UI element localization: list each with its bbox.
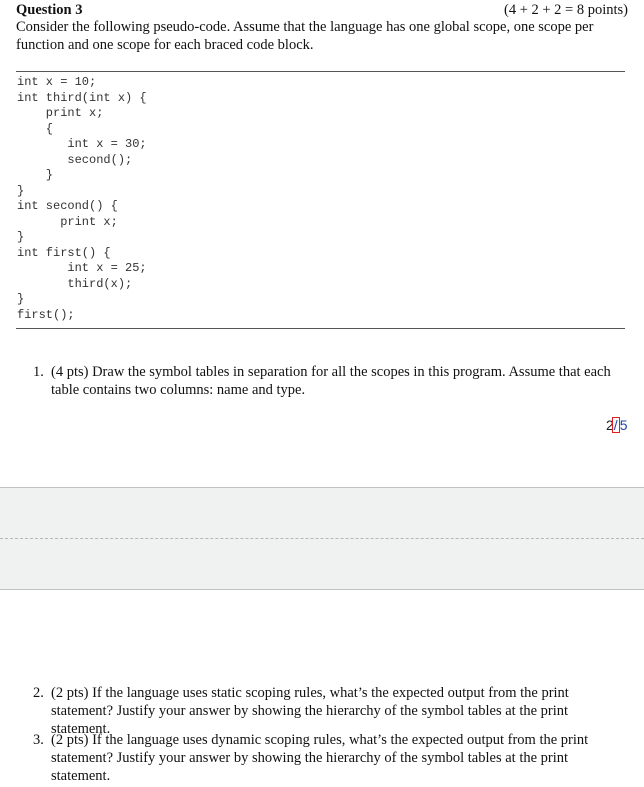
code-bottom-rule (16, 328, 625, 329)
question-title: Question 3 (16, 2, 83, 18)
question-item-1: 1. (4 pts) Draw the symbol tables in sep… (33, 363, 627, 399)
item-text: (2 pts) If the language uses static scop… (51, 685, 569, 737)
code-line: third(x); (17, 276, 133, 291)
item-number: 1. (33, 364, 44, 380)
item-number: 3. (33, 732, 44, 748)
page-total: 5 (619, 417, 628, 433)
code-line: } (17, 168, 54, 182)
page-separator: / (613, 417, 618, 433)
code-line: } (17, 230, 25, 244)
code-line: int x = 25; (17, 261, 147, 275)
page-cursor-box: / (611, 417, 620, 433)
code-line: int x = 10; (17, 75, 97, 89)
item-number: 2. (33, 685, 44, 701)
question-points: (4 + 2 + 2 = 8 points) (503, 2, 628, 18)
question-item-3: 3. (2 pts) If the language uses dynamic … (33, 731, 627, 785)
code-line: print x; (17, 214, 118, 229)
page-indicator: 2/5 (606, 417, 627, 433)
code-line: print x; (17, 106, 104, 120)
code-line: int third(int x) { (17, 90, 147, 105)
question-item-2: 2. (2 pts) If the language uses static s… (33, 684, 627, 738)
code-block: int x = 10; int third(int x) { print x; {… (17, 75, 147, 323)
code-line: } (17, 292, 25, 306)
code-line: first(); (17, 307, 75, 322)
item-text: (2 pts) If the language uses dynamic sco… (51, 732, 589, 784)
code-line: int first() { (17, 245, 111, 260)
code-top-rule (16, 71, 625, 72)
question-intro: Consider the following pseudo-code. Assu… (16, 19, 594, 53)
page-break-gap (0, 487, 644, 590)
code-line: } (17, 183, 25, 198)
code-line: int x = 30; (17, 137, 147, 151)
code-line: int second() { (17, 199, 118, 213)
item-text: (4 pts) Draw the symbol tables in separa… (51, 364, 611, 398)
code-line: second(); (17, 152, 133, 167)
code-line: { (17, 121, 54, 136)
page-break-line (0, 538, 644, 539)
question-header: Question 3 (4 + 2 + 2 = 8 points) (16, 1, 628, 19)
